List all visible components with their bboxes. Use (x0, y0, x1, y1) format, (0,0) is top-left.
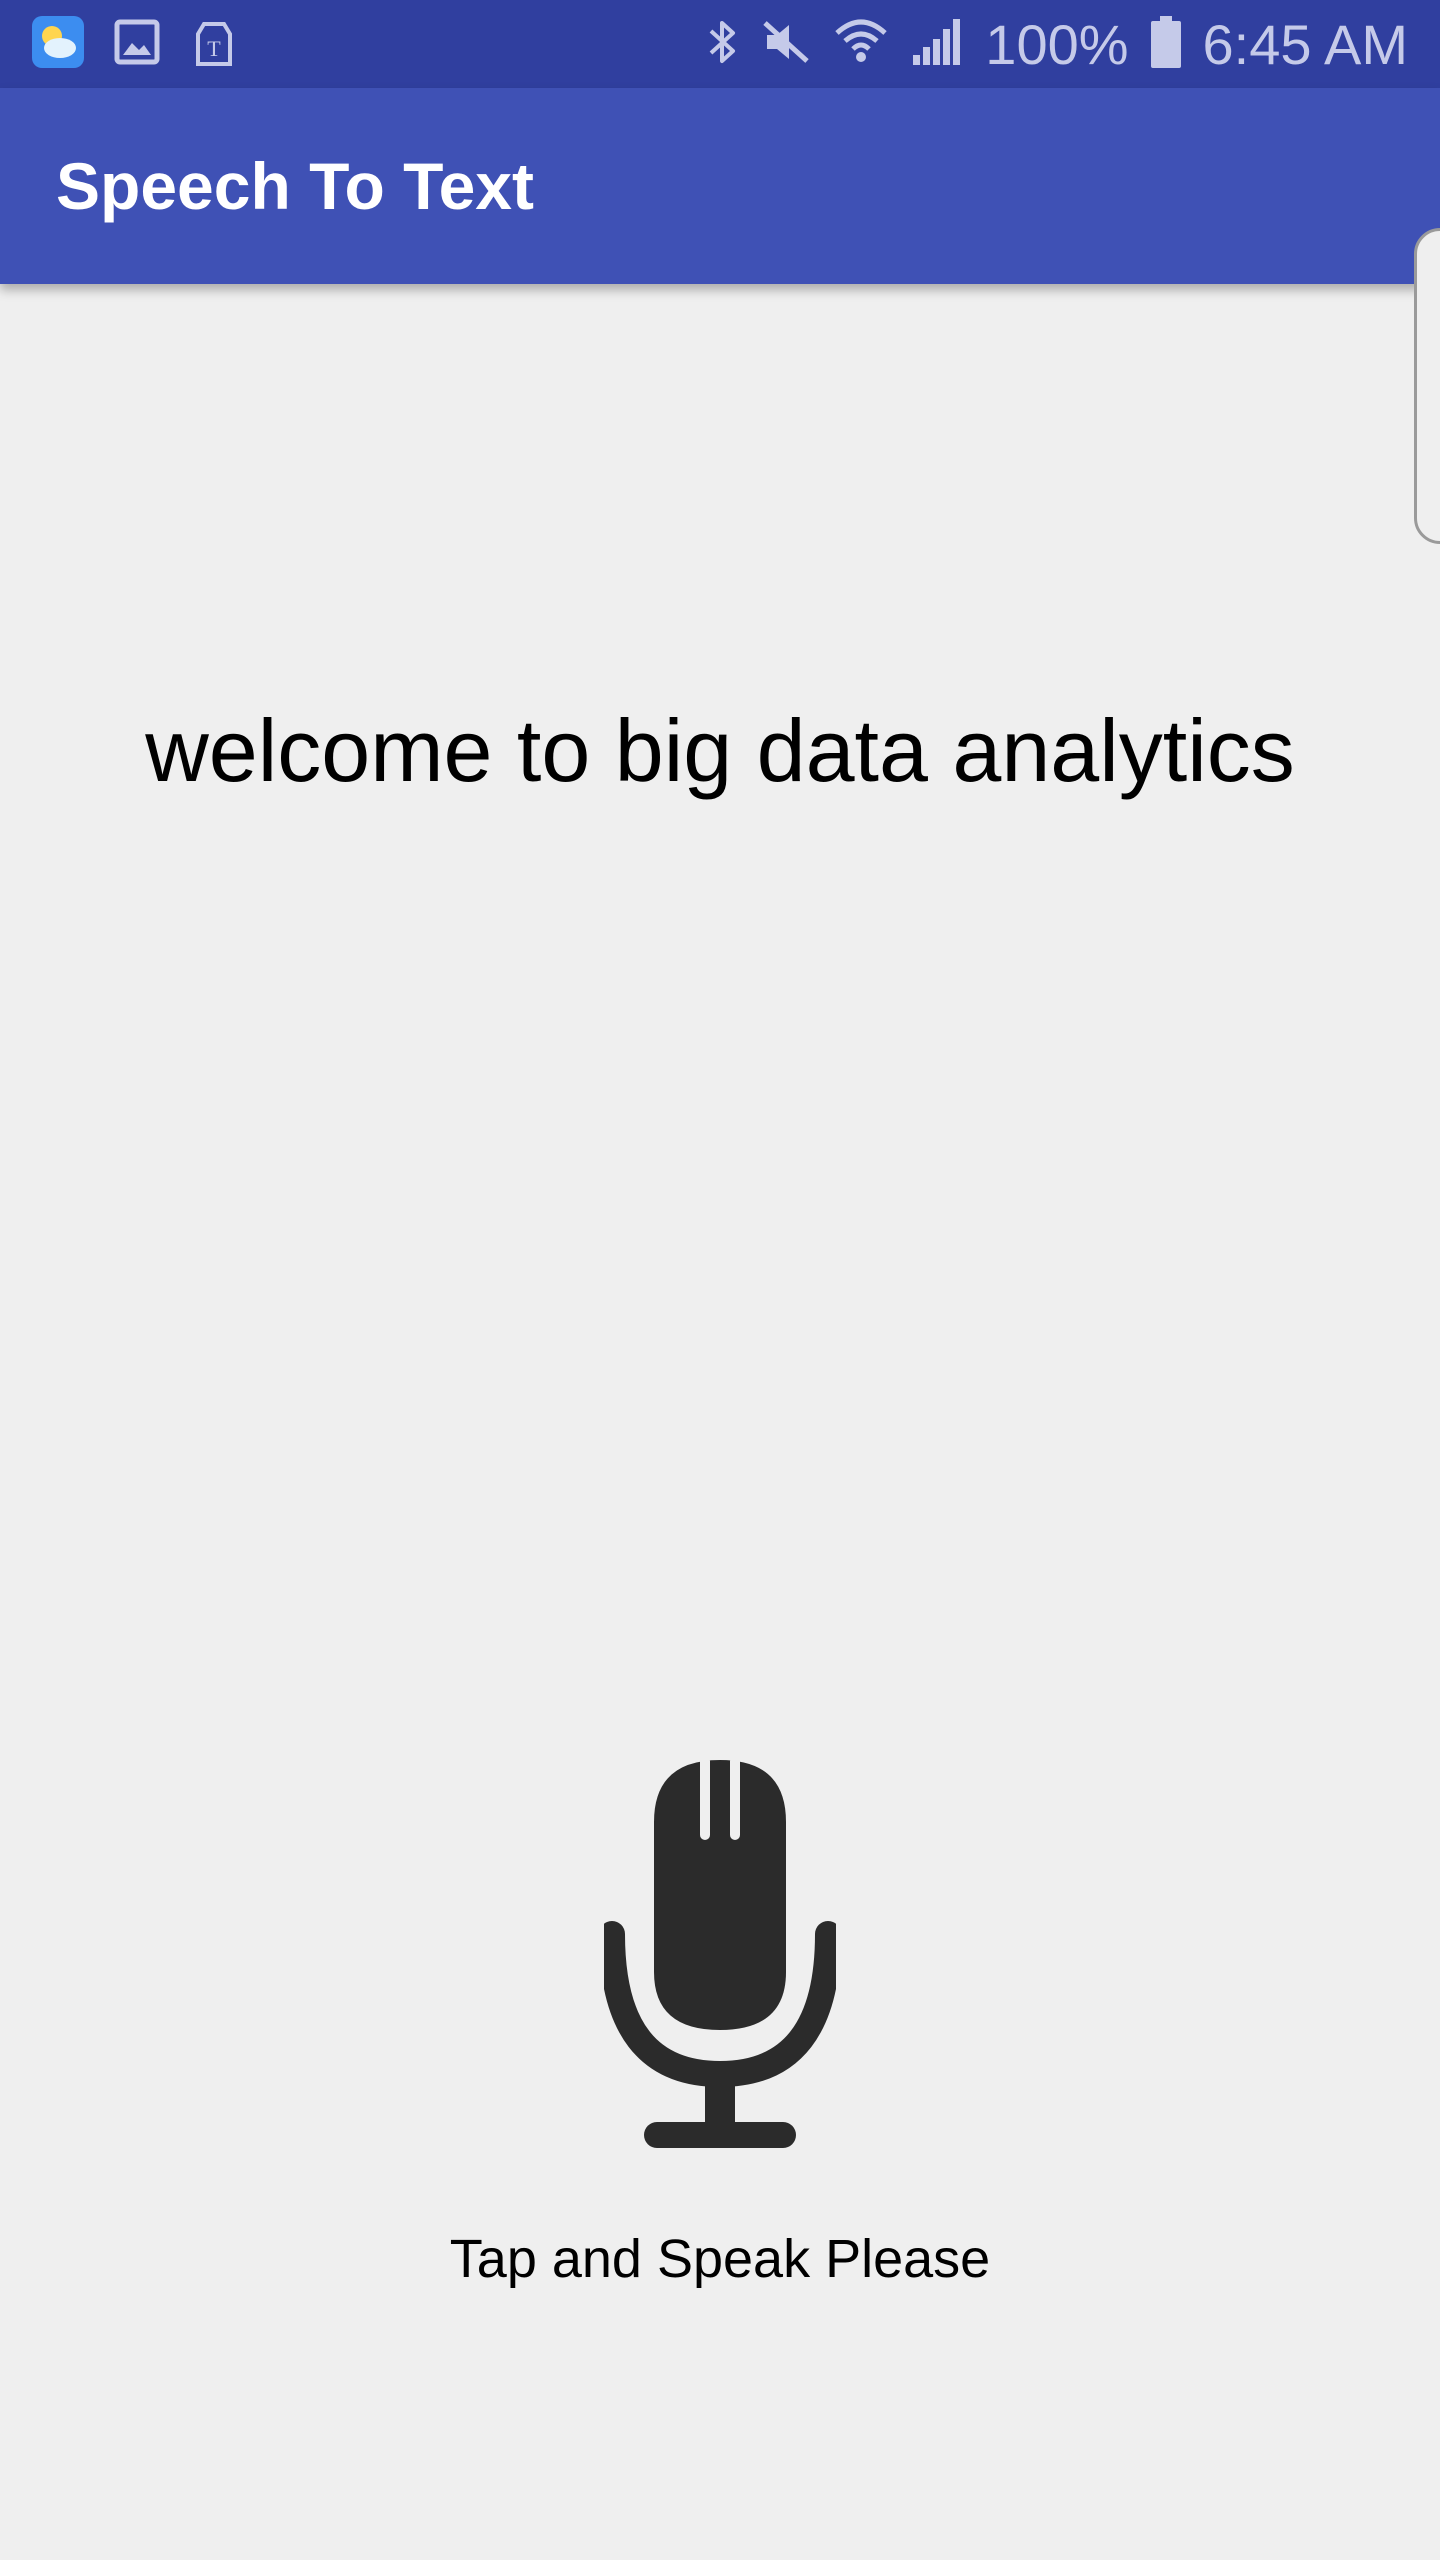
tap-to-speak-label: Tap and Speak Please (449, 2229, 991, 2289)
wifi-icon (833, 17, 889, 72)
bluetooth-icon (707, 17, 739, 72)
gallery-icon (114, 19, 160, 70)
signal-icon (911, 17, 963, 72)
status-bar: T 100% 6:45 AM (0, 0, 1440, 88)
clock: 6:45 AM (1202, 12, 1408, 76)
microphone-button[interactable] (599, 1752, 841, 2152)
system-status: 100% 6:45 AM (707, 0, 1408, 88)
edge-panel-handle[interactable] (1414, 228, 1440, 544)
battery-percent: 100% (985, 12, 1129, 76)
notification-icons: T (32, 15, 238, 73)
microphone-icon (599, 1756, 841, 2156)
svg-text:T: T (207, 36, 221, 61)
page-title: Speech To Text (56, 149, 534, 223)
mute-icon (761, 17, 811, 72)
battery-icon (1150, 15, 1181, 73)
recognized-text: welcome to big data analytics (145, 701, 1295, 800)
app-bar: Speech To Text (0, 88, 1440, 284)
weather-icon (32, 15, 84, 73)
t-mobile-icon: T (190, 16, 238, 73)
